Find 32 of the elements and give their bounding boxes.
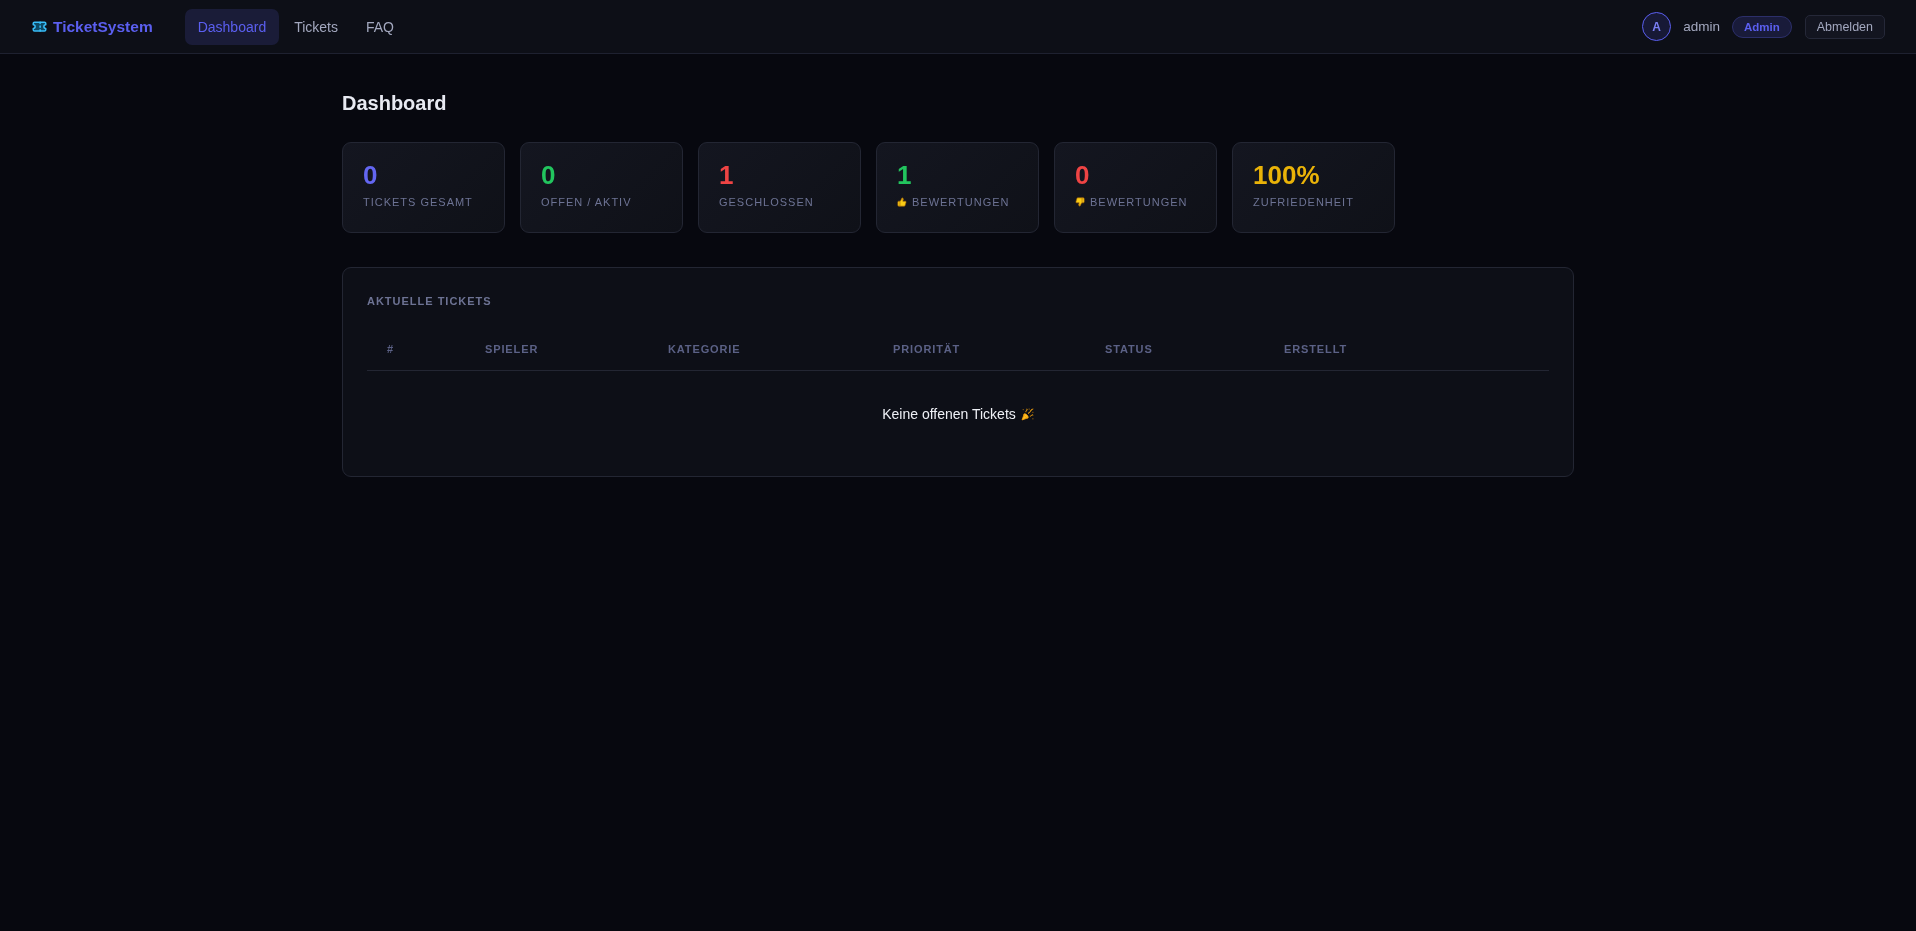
column-header: PRIORITÄT xyxy=(893,343,961,355)
stat-value: 1 xyxy=(897,160,913,190)
stat-label: BEWERTUNGEN xyxy=(1090,196,1188,208)
stat-label: BEWERTUNGEN xyxy=(912,196,1010,208)
stat-label: TICKETS GESAMT xyxy=(363,196,473,208)
stat-value: 0 xyxy=(363,160,379,190)
panel-title: AKTUELLE TICKETS xyxy=(367,295,493,307)
column-header: # xyxy=(387,343,394,355)
brand-name: TicketSystem xyxy=(53,17,153,36)
stat-value: 0 xyxy=(1075,160,1091,190)
stat-value: 1 xyxy=(719,160,735,190)
column-header: KATEGORIE xyxy=(668,343,741,355)
logout-button[interactable]: Abmelden xyxy=(1804,14,1885,39)
nav-tab[interactable]: Tickets xyxy=(281,8,351,45)
thumbs-down-icon xyxy=(1075,197,1085,207)
thumbs-up-icon xyxy=(897,197,907,207)
party-popper-icon xyxy=(1020,407,1034,421)
stat-label: ZUFRIEDENHEIT xyxy=(1253,196,1354,208)
role-badge: Admin xyxy=(1731,15,1792,38)
stat-value: 100% xyxy=(1253,160,1321,190)
stat-label: GESCHLOSSEN xyxy=(719,196,814,208)
column-header: STATUS xyxy=(1105,343,1153,355)
user-avatar: A xyxy=(1642,12,1672,41)
stat-label: OFFEN / AKTIV xyxy=(541,196,632,208)
page-title: Dashboard xyxy=(342,92,448,115)
empty-message: Keine offenen Tickets xyxy=(882,406,1016,422)
user-name: admin xyxy=(1683,19,1720,34)
ticket-icon xyxy=(32,19,47,34)
stat-value: 0 xyxy=(541,160,557,190)
nav-tab[interactable]: FAQ xyxy=(353,8,407,45)
column-header: ERSTELLT xyxy=(1284,343,1348,355)
column-header: SPIELER xyxy=(485,343,539,355)
